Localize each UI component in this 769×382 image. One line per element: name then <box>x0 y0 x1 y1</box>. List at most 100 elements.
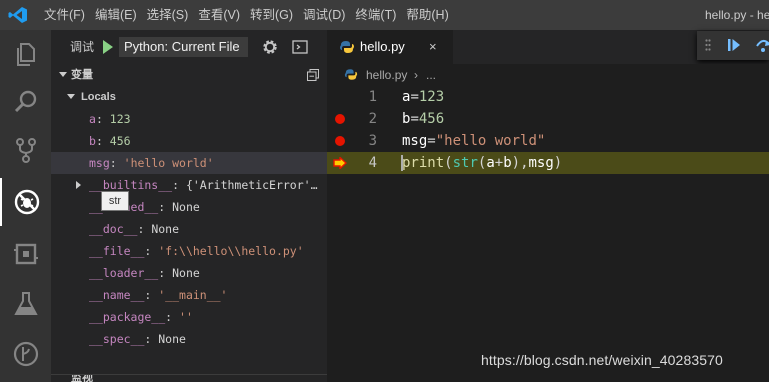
variable-row[interactable]: __name__: '__main__' <box>51 284 327 306</box>
variable-row[interactable]: __loader__: None <box>51 262 327 284</box>
debug-console-icon[interactable] <box>292 40 308 54</box>
current-execution-icon[interactable] <box>333 157 347 169</box>
chevron-right-icon[interactable] <box>76 181 81 189</box>
chevron-down-icon <box>59 72 67 77</box>
line-number: 4 <box>368 155 377 171</box>
line-number: 2 <box>368 111 377 127</box>
line-number: 1 <box>368 89 377 105</box>
menu-item[interactable]: 选择(S) <box>147 0 194 30</box>
variable-value: None <box>151 222 180 236</box>
variables-title: 变量 <box>71 69 93 81</box>
menu-item[interactable]: 文件(F) <box>44 0 90 30</box>
test-icon[interactable] <box>0 280 51 328</box>
python-file-icon <box>344 69 358 80</box>
variable-name: a <box>89 112 96 126</box>
code-token: ), <box>511 155 529 171</box>
extensions-icon[interactable] <box>0 230 51 278</box>
watch-section-header[interactable]: 监视 <box>51 374 327 382</box>
code-token: ) <box>553 155 563 171</box>
debug-icon[interactable] <box>0 178 51 226</box>
variable-value: 123 <box>109 112 131 126</box>
breadcrumb-symbols[interactable]: ... <box>426 64 436 86</box>
menu-item[interactable]: 转到(G) <box>250 0 298 30</box>
vscode-logo-icon <box>8 7 27 23</box>
code-editor[interactable]: 1 a=123 2 b=456 3 msg="hello world" 4 print(str… <box>327 86 769 382</box>
variable-row[interactable]: msg: 'hello world' <box>51 152 327 174</box>
variable-row[interactable]: __cached__: None <box>51 196 327 218</box>
breakpoint-icon[interactable] <box>335 136 345 146</box>
gear-icon[interactable] <box>261 38 279 56</box>
breakpoint-icon[interactable] <box>335 114 345 124</box>
code-token: b <box>503 155 512 171</box>
code-line[interactable]: 2 b=456 <box>327 108 769 130</box>
chevron-right-icon: › <box>414 68 418 82</box>
variable-name: __spec__ <box>89 332 145 346</box>
code-text: a=123 <box>402 86 444 108</box>
search-icon[interactable] <box>0 78 51 126</box>
code-token: print <box>402 155 445 171</box>
code-token: msg <box>402 133 428 149</box>
window-title: hello.py - he <box>705 8 769 22</box>
variables-section-header[interactable]: 变量 <box>51 64 327 86</box>
explorer-icon[interactable] <box>0 30 51 78</box>
variable-row[interactable]: __file__: 'f:\\hello\\hello.py' <box>51 240 327 262</box>
variable-row[interactable]: a: 123 <box>51 108 327 130</box>
code-line[interactable]: 3 msg="hello world" <box>327 130 769 152</box>
menu-item[interactable]: 终端(T) <box>355 0 401 30</box>
variable-row[interactable]: __spec__: None <box>51 328 327 350</box>
code-token: "hello world" <box>435 133 546 149</box>
scope-title: Locals <box>81 91 116 103</box>
variable-name: __file__ <box>89 244 145 258</box>
variable-value: 456 <box>109 134 131 148</box>
variable-name: __loader__ <box>89 266 159 280</box>
variable-name: __doc__ <box>89 222 138 236</box>
step-over-icon[interactable] <box>755 37 769 53</box>
close-icon[interactable]: × <box>429 30 437 64</box>
source-control-icon[interactable] <box>0 126 51 174</box>
chevron-down-icon <box>67 94 75 99</box>
menu-item[interactable]: 帮助(H) <box>406 0 453 30</box>
variable-name: __name__ <box>89 288 145 302</box>
tab-label: hello.py <box>360 39 405 54</box>
debug-label: 调试 <box>70 40 95 54</box>
variable-name: msg <box>89 156 110 170</box>
breadcrumb-file[interactable]: hello.py <box>366 64 407 86</box>
start-debugging-button[interactable] <box>103 40 113 54</box>
locals-scope[interactable]: Locals <box>51 86 327 108</box>
debug-config-select[interactable]: Python: Current File <box>119 37 248 57</box>
variable-value: None <box>172 266 200 280</box>
title-bar: 文件(F) 编辑(E) 选择(S) 查看(V) 转到(G) 调试(D) 终端(T) 帮助(H)… <box>0 0 769 30</box>
variable-row[interactable]: b: 456 <box>51 130 327 152</box>
code-text: b=456 <box>402 108 444 130</box>
code-token: = <box>410 111 419 127</box>
code-token: 123 <box>418 89 445 105</box>
watermark: https://blog.csdn.net/weixin_40283570 <box>481 352 723 368</box>
variable-row[interactable]: __doc__: None <box>51 218 327 240</box>
code-token: a <box>486 155 495 171</box>
code-line[interactable]: 1 a=123 <box>327 86 769 108</box>
code-token: = <box>410 89 419 105</box>
menu-item[interactable]: 调试(D) <box>303 0 350 30</box>
menu-item[interactable]: 查看(V) <box>198 0 245 30</box>
variable-value: None <box>172 200 200 214</box>
code-token: str <box>452 155 478 171</box>
git-branch-icon[interactable] <box>0 330 51 378</box>
variable-value: None <box>158 332 186 346</box>
python-file-icon <box>340 41 354 53</box>
variable-row[interactable]: __builtins__: {'ArithmeticError'… <box>51 174 327 196</box>
debug-toolbar: 调试 Python: Current File <box>51 30 327 64</box>
continue-icon[interactable] <box>727 38 741 52</box>
code-line[interactable]: 4 print(str(a+b),msg) <box>327 152 769 174</box>
variable-row[interactable]: __package__: '' <box>51 306 327 328</box>
drag-handle-icon[interactable] <box>705 39 711 51</box>
menu-item[interactable]: 编辑(E) <box>95 0 142 30</box>
code-text: print(str(a+b),msg) <box>402 152 562 174</box>
code-token: msg <box>528 155 554 171</box>
code-token: ( <box>444 155 453 171</box>
menu-bar: 文件(F) 编辑(E) 选择(S) 查看(V) 转到(G) 调试(D) 终端(T) 帮助(H) <box>44 0 459 30</box>
breadcrumb: hello.py › ... <box>327 64 769 86</box>
variable-name: __builtins__ <box>89 178 173 192</box>
tab-hello-py[interactable]: hello.py × <box>327 30 453 64</box>
collapse-all-icon[interactable] <box>307 69 319 81</box>
variable-name: b <box>89 134 96 148</box>
